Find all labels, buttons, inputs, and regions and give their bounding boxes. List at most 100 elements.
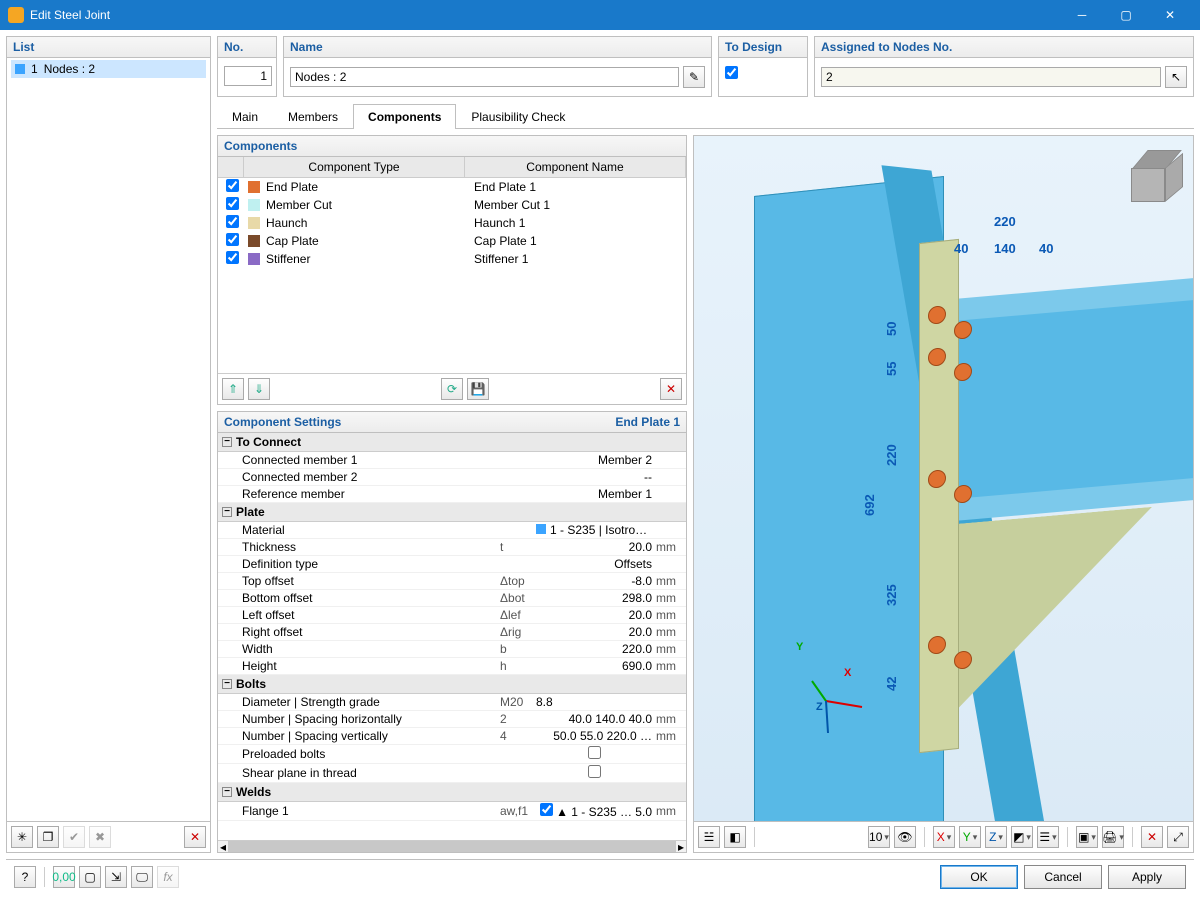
component-row[interactable]: HaunchHaunch 1: [218, 214, 686, 232]
delete-item-button[interactable]: ✕: [184, 826, 206, 848]
property-checkbox[interactable]: [588, 765, 601, 778]
property-value[interactable]: Member 1: [536, 487, 656, 501]
apply-button[interactable]: Apply: [1108, 865, 1186, 889]
component-checkbox[interactable]: [226, 197, 239, 210]
component-checkbox[interactable]: [226, 215, 239, 228]
no-input[interactable]: [224, 66, 272, 86]
property-value[interactable]: 20.0: [536, 625, 656, 639]
property-value[interactable]: 690.0: [536, 659, 656, 673]
3d-viewport[interactable]: 220 40 140 40 50 55 220 325 42 692 X: [693, 135, 1194, 822]
component-row[interactable]: StiffenerStiffener 1: [218, 250, 686, 268]
property-group[interactable]: −Welds: [218, 783, 686, 802]
navigation-cube[interactable]: [1119, 150, 1179, 210]
property-row[interactable]: Top offsetΔtop-8.0mm: [218, 573, 686, 590]
component-checkbox[interactable]: [226, 233, 239, 246]
component-row[interactable]: Member CutMember Cut 1: [218, 196, 686, 214]
to-design-checkbox[interactable]: [725, 66, 738, 79]
property-value[interactable]: 220.0: [536, 642, 656, 656]
property-row[interactable]: Definition typeOffsets: [218, 556, 686, 573]
footer-display-button[interactable]: 🖵: [131, 866, 153, 888]
property-row[interactable]: Number | Spacing horizontally240.0 140.0…: [218, 711, 686, 728]
component-row[interactable]: Cap PlateCap Plate 1: [218, 232, 686, 250]
footer-colors-button[interactable]: ▢: [79, 866, 101, 888]
view-x-button[interactable]: X: [933, 826, 955, 848]
pick-nodes-button[interactable]: ↖: [1165, 66, 1187, 88]
footer-units-button[interactable]: 0,00: [53, 866, 75, 888]
collapse-icon[interactable]: −: [222, 507, 232, 517]
measure-button[interactable]: ✕: [1141, 826, 1163, 848]
copy-item-button[interactable]: ❐: [37, 826, 59, 848]
eye-button[interactable]: 👁: [894, 826, 916, 848]
name-input[interactable]: [290, 67, 679, 87]
property-row[interactable]: Bottom offsetΔbot298.0mm: [218, 590, 686, 607]
property-value[interactable]: 8.8: [536, 695, 656, 709]
refresh-button[interactable]: ⟳: [441, 378, 463, 400]
property-row[interactable]: Number | Spacing vertically450.0 55.0 22…: [218, 728, 686, 745]
collapse-icon[interactable]: −: [222, 787, 232, 797]
property-checkbox[interactable]: [588, 746, 601, 759]
property-group[interactable]: −To Connect: [218, 433, 686, 452]
move-down-button[interactable]: ⇓: [248, 378, 270, 400]
assigned-input[interactable]: [821, 67, 1161, 87]
property-row[interactable]: Thicknesst20.0mm: [218, 539, 686, 556]
minimize-button[interactable]: ─: [1060, 0, 1104, 30]
component-checkbox[interactable]: [226, 251, 239, 264]
new-item-button[interactable]: ✳: [11, 826, 33, 848]
include-button[interactable]: ✔: [63, 826, 85, 848]
component-checkbox[interactable]: [226, 179, 239, 192]
property-value[interactable]: 40.0 140.0 40.0: [536, 712, 656, 726]
cancel-button[interactable]: Cancel: [1024, 865, 1102, 889]
maximize-button[interactable]: ▢: [1104, 0, 1148, 30]
move-up-button[interactable]: ⇑: [222, 378, 244, 400]
property-value[interactable]: 20.0: [536, 608, 656, 622]
name-edit-button[interactable]: ✎: [683, 66, 705, 88]
save-button[interactable]: 💾: [467, 378, 489, 400]
delete-component-button[interactable]: ✕: [660, 378, 682, 400]
tab-members[interactable]: Members: [273, 104, 353, 129]
property-value[interactable]: 50.0 55.0 220.0 …: [536, 729, 656, 743]
ok-button[interactable]: OK: [940, 865, 1018, 889]
property-row[interactable]: Shear plane in thread: [218, 764, 686, 783]
column-component-type[interactable]: Component Type: [244, 157, 465, 177]
property-value[interactable]: [536, 746, 656, 762]
property-value[interactable]: Member 2: [536, 453, 656, 467]
render-mode-button[interactable]: ▣: [1076, 826, 1098, 848]
property-value[interactable]: --: [536, 470, 656, 484]
footer-fx-button[interactable]: fx: [157, 866, 179, 888]
close-button[interactable]: ✕: [1148, 0, 1192, 30]
view-iso-button[interactable]: ◩: [1011, 826, 1033, 848]
exclude-button[interactable]: ✖: [89, 826, 111, 848]
property-row[interactable]: Widthb220.0mm: [218, 641, 686, 658]
column-component-name[interactable]: Component Name: [465, 157, 686, 177]
zoom-button[interactable]: 10: [868, 826, 890, 848]
help-button[interactable]: ?: [14, 866, 36, 888]
list-item[interactable]: 1 Nodes : 2: [11, 60, 206, 78]
property-row[interactable]: Right offsetΔrig20.0mm: [218, 624, 686, 641]
property-value[interactable]: 20.0: [536, 540, 656, 554]
collapse-icon[interactable]: −: [222, 437, 232, 447]
property-row[interactable]: Connected member 2--: [218, 469, 686, 486]
view-menu-button[interactable]: ☰: [1037, 826, 1059, 848]
print-button[interactable]: 🖨: [1102, 826, 1124, 848]
property-row[interactable]: Material1 - S235 | Isotropic | Linear El…: [218, 522, 686, 539]
property-row[interactable]: Flange 1aw,f1 ▲ 1 - S235 … 5.0mm: [218, 802, 686, 821]
property-group[interactable]: −Bolts: [218, 675, 686, 694]
horizontal-scrollbar[interactable]: ◂ ▸: [218, 840, 686, 852]
footer-tree-button[interactable]: ⇲: [105, 866, 127, 888]
property-row[interactable]: Connected member 1Member 2: [218, 452, 686, 469]
tab-plausibility[interactable]: Plausibility Check: [456, 104, 580, 129]
property-value[interactable]: [536, 765, 656, 781]
property-row[interactable]: Reference memberMember 1: [218, 486, 686, 503]
property-value[interactable]: -8.0: [536, 574, 656, 588]
property-value[interactable]: ▲ 1 - S235 … 5.0: [536, 803, 656, 819]
property-value[interactable]: Offsets: [536, 557, 656, 571]
component-row[interactable]: End PlateEnd Plate 1: [218, 178, 686, 196]
view-z-button[interactable]: Z: [985, 826, 1007, 848]
collapse-icon[interactable]: −: [222, 679, 232, 689]
property-value[interactable]: 1 - S235 | Isotropic | Linear Elastic: [536, 523, 656, 537]
view-y-button[interactable]: Y: [959, 826, 981, 848]
property-row[interactable]: Left offsetΔlef20.0mm: [218, 607, 686, 624]
property-row[interactable]: Preloaded bolts: [218, 745, 686, 764]
isolate-button[interactable]: ◧: [724, 826, 746, 848]
property-value[interactable]: 298.0: [536, 591, 656, 605]
